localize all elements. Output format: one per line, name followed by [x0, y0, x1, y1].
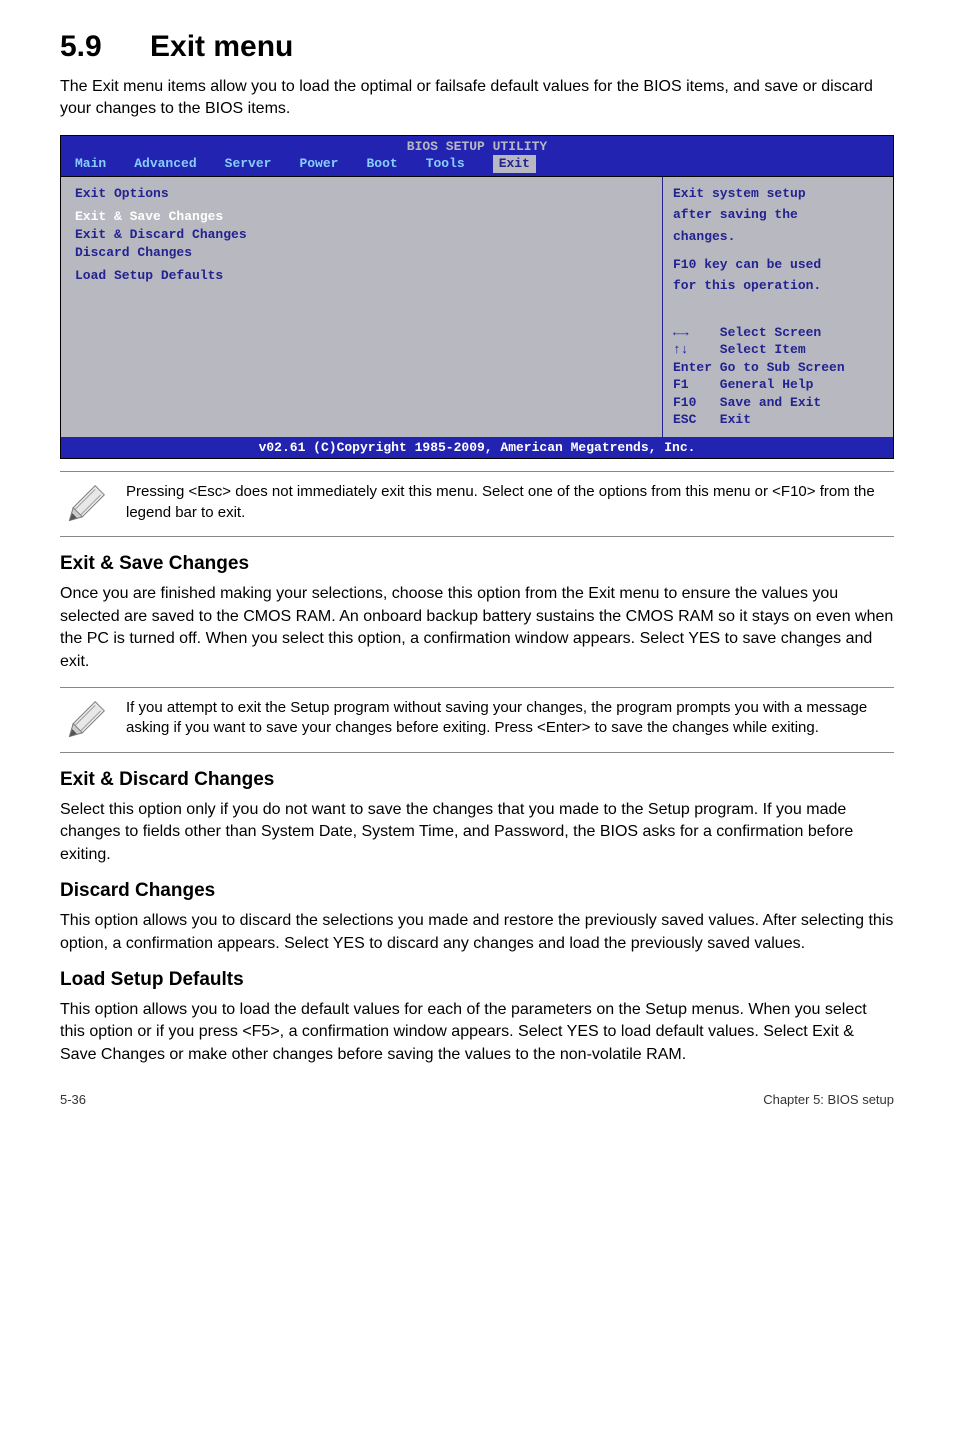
body-text: This option allows you to discard the se…	[60, 910, 894, 955]
body-text: Select this option only if you do not wa…	[60, 799, 894, 866]
bios-left-pane: Exit Options Exit & Save Changes Exit & …	[61, 177, 663, 437]
bios-title: BIOS SETUP UTILITY	[61, 136, 893, 156]
bios-footer: v02.61 (C)Copyright 1985-2009, American …	[61, 437, 893, 459]
bios-tab-server[interactable]: Server	[225, 155, 272, 173]
note-block: If you attempt to exit the Setup program…	[60, 687, 894, 753]
bios-key-legend: ←→ Select Screen ↑↓ Select Item Enter Go…	[673, 324, 883, 429]
page-footer: 5-36 Chapter 5: BIOS setup	[60, 1092, 894, 1107]
subheading-discard: Discard Changes	[60, 880, 894, 902]
subheading-exit-discard: Exit & Discard Changes	[60, 769, 894, 791]
bios-item-exit-save[interactable]: Exit & Save Changes	[75, 208, 648, 226]
note-text: If you attempt to exit the Setup program…	[126, 698, 890, 739]
bios-tab-exit[interactable]: Exit	[493, 155, 536, 173]
chapter-label: Chapter 5: BIOS setup	[763, 1092, 894, 1107]
bios-key-line: Enter Go to Sub Screen	[673, 359, 883, 377]
bios-help-line: F10 key can be used	[673, 256, 883, 274]
bios-key-line: F1 General Help	[673, 376, 883, 394]
bios-key-line: F10 Save and Exit	[673, 394, 883, 412]
body-text: Once you are finished making your select…	[60, 583, 894, 673]
section-number: 5.9	[60, 30, 150, 64]
page-heading: 5.9Exit menu	[60, 30, 894, 64]
bios-item-discard[interactable]: Discard Changes	[75, 244, 648, 262]
bios-key-line: ←→ Select Screen	[673, 324, 883, 342]
section-title: Exit menu	[150, 30, 293, 63]
bios-help-line: after saving the	[673, 206, 883, 224]
bios-help-text: Exit system setup after saving the chang…	[673, 185, 883, 299]
note-text: Pressing <Esc> does not immediately exit…	[126, 482, 890, 523]
lead-paragraph: The Exit menu items allow you to load th…	[60, 76, 894, 121]
bios-tab-advanced[interactable]: Advanced	[134, 155, 196, 173]
subheading-exit-save: Exit & Save Changes	[60, 553, 894, 575]
bios-key-line: ESC Exit	[673, 411, 883, 429]
pencil-icon	[64, 698, 108, 742]
bios-tab-boot[interactable]: Boot	[366, 155, 397, 173]
subheading-load-defaults: Load Setup Defaults	[60, 969, 894, 991]
bios-tab-main[interactable]: Main	[75, 155, 106, 173]
bios-item-load-defaults[interactable]: Load Setup Defaults	[75, 267, 648, 285]
pencil-icon	[64, 482, 108, 526]
bios-help-line: Exit system setup	[673, 185, 883, 203]
bios-tab-power[interactable]: Power	[299, 155, 338, 173]
body-text: This option allows you to load the defau…	[60, 999, 894, 1066]
bios-help-line: changes.	[673, 228, 883, 246]
bios-help-line: for this operation.	[673, 277, 883, 295]
bios-right-pane: Exit system setup after saving the chang…	[663, 177, 893, 437]
bios-tab-tools[interactable]: Tools	[426, 155, 465, 173]
bios-item-exit-discard[interactable]: Exit & Discard Changes	[75, 226, 648, 244]
bios-tab-bar: Main Advanced Server Power Boot Tools Ex…	[61, 155, 893, 176]
bios-section-heading: Exit Options	[75, 185, 648, 203]
bios-key-line: ↑↓ Select Item	[673, 341, 883, 359]
bios-setup-utility: BIOS SETUP UTILITY Main Advanced Server …	[60, 135, 894, 460]
note-block: Pressing <Esc> does not immediately exit…	[60, 471, 894, 537]
page-number: 5-36	[60, 1092, 86, 1107]
